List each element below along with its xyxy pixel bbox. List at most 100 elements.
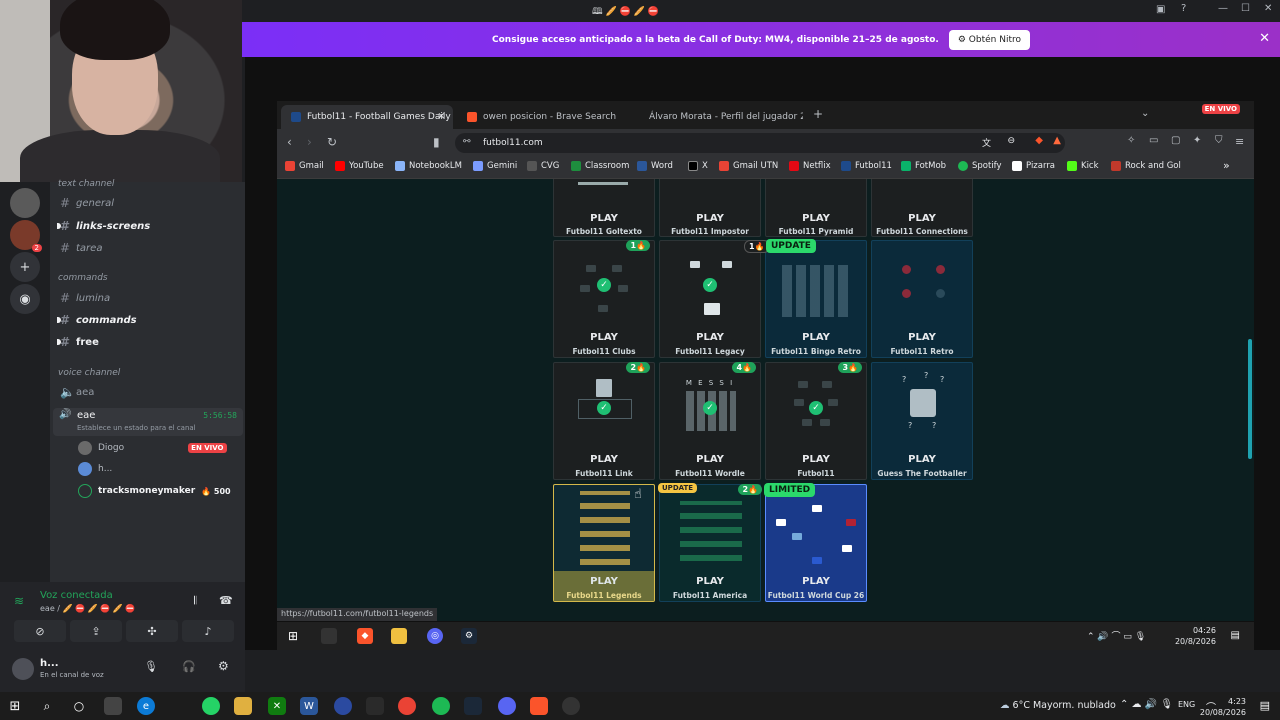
voice-user[interactable]: h... [78, 460, 112, 478]
game-card-legends[interactable]: PLAY Futbol11 Legends ☝ [553, 484, 655, 602]
tab-futbol11[interactable]: Futbol11 - Football Games Daily ✕ [281, 105, 453, 129]
game-card-goltexto[interactable]: PLAY Futbol11 Goltexto [553, 179, 655, 237]
inbox-icon[interactable]: ▣ [1156, 4, 1165, 15]
word-icon[interactable]: W [300, 697, 318, 715]
steam-icon[interactable]: ⚙ [461, 628, 477, 644]
app-icon[interactable] [104, 697, 122, 715]
chevron-down-icon[interactable]: ⌄ [1141, 108, 1149, 119]
category-text-channel[interactable]: text channel [58, 179, 114, 189]
camera-off-button[interactable]: ⊘ [14, 620, 66, 642]
channel-status[interactable]: Establece un estado para el canal [77, 424, 196, 432]
headphones-icon[interactable]: 🎧 [182, 660, 196, 673]
channel-lumina[interactable]: # lumina [60, 289, 110, 307]
bookmark-item[interactable]: Rock and Gol [1111, 161, 1181, 171]
voice-user[interactable]: Diogo EN VIVO [78, 439, 227, 457]
soundboard-icon[interactable]: 𝄃 [194, 594, 196, 608]
game-card-clubs[interactable]: 1🔥 ✓ PLAY Futbol11 Clubs [553, 240, 655, 358]
bookmark-item[interactable]: Pizarra [1012, 161, 1055, 171]
bookmark-item[interactable]: Netflix [789, 161, 831, 171]
voice-connected-label[interactable]: Voz conectada [40, 590, 113, 601]
channel-free[interactable]: # free [57, 333, 99, 351]
close-window-icon[interactable]: ✕ [1264, 3, 1272, 14]
app-icon[interactable] [321, 628, 337, 644]
system-tray-icons[interactable]: ⌃ ☁ 🔊 🎙 [1120, 699, 1173, 710]
server-icon[interactable] [10, 188, 40, 218]
screen-share-button[interactable]: ⇪ [70, 620, 122, 642]
file-explorer-icon[interactable] [391, 628, 407, 644]
windows-start-icon[interactable]: ⊞ [6, 697, 24, 715]
channel-links-screens[interactable]: # links-screens [57, 217, 150, 235]
bookmark-item[interactable]: Kick [1067, 161, 1099, 171]
tab-player-profile[interactable]: Álvaro Morata - Perfil del jugador 26 [633, 105, 803, 129]
bookmark-item[interactable]: Gemini [473, 161, 517, 171]
system-tray-icons[interactable]: ⌃ 🔊 ⌒ ▭ 🎙 [1087, 629, 1146, 642]
extensions-icon[interactable]: ✧ [1127, 135, 1135, 146]
chrome-icon[interactable] [398, 697, 416, 715]
brave-icon[interactable]: ◆ [357, 628, 373, 644]
spotify-icon[interactable] [432, 697, 450, 715]
bookmark-item[interactable]: YouTube [335, 161, 384, 171]
sidebar-icon[interactable]: ▭ [1149, 135, 1158, 146]
category-commands[interactable]: commands [58, 273, 108, 283]
bookmark-item[interactable]: Classroom [571, 161, 629, 171]
brave-shields-icon[interactable]: ◆ [1035, 135, 1043, 146]
game-card-guess-the-footballer[interactable]: ? ? ? ? ? PLAY Guess The Footballer [871, 362, 973, 480]
gear-icon[interactable]: ⚙ [218, 659, 229, 673]
whatsapp-icon[interactable] [202, 697, 220, 715]
brave-rewards-icon[interactable]: ▲ [1053, 135, 1061, 146]
site-info-icon[interactable]: ⚯ [463, 137, 471, 147]
game-card-link[interactable]: 2🔥 ✓ PLAY Futbol11 Link [553, 362, 655, 480]
game-card-wordle[interactable]: 4🔥 M E S S I ✓ PLAY Futbol11 Wordle [659, 362, 761, 480]
language-indicator[interactable]: ENG [1178, 700, 1195, 709]
stream-clock[interactable]: 04:26 20/8/2026 [1175, 625, 1216, 647]
server-icon[interactable]: 2 [10, 220, 42, 252]
file-explorer-icon[interactable] [234, 697, 252, 715]
notifications-icon[interactable]: ▤ [1260, 699, 1270, 712]
game-card-impostor[interactable]: PLAY Futbol11 Impostor [659, 179, 761, 237]
game-card-connections[interactable]: PLAY Futbol11 Connections [871, 179, 973, 237]
more-bookmarks-icon[interactable]: » [1223, 159, 1230, 172]
microphone-icon[interactable]: 🎙 [144, 660, 158, 673]
bookmark-item[interactable]: Word [637, 161, 673, 171]
channel-commands[interactable]: # commands [57, 311, 137, 329]
vpn-icon[interactable]: ⛉ [1215, 135, 1223, 146]
add-server-icon[interactable]: + [10, 252, 40, 282]
user-name[interactable]: h... [40, 658, 59, 669]
disconnect-icon[interactable]: ☎ [219, 594, 233, 607]
bookmark-item[interactable]: Spotify [958, 161, 1002, 171]
brave-icon[interactable] [530, 697, 548, 715]
activities-button[interactable]: ✣ [126, 620, 178, 642]
bookmark-item[interactable]: CVG [527, 161, 559, 171]
soundboard-button[interactable]: ♪ [182, 620, 234, 642]
bookmark-item[interactable]: X [688, 161, 708, 171]
game-card-world-cup-26[interactable]: LIMITED PLAY Futbol11 World Cup 26 [764, 483, 867, 602]
leo-icon[interactable]: ✦ [1193, 135, 1201, 146]
game-card-bingo-retro[interactable]: 1🔥 UPDATE PLAY Futbol11 Bingo Retro [744, 239, 867, 358]
maximize-icon[interactable]: ☐ [1241, 3, 1250, 14]
clock[interactable]: 4:23 20/08/2026 [1200, 696, 1246, 718]
weather-widget[interactable]: ☁ 6°C Mayorm. nublado [1000, 700, 1116, 711]
game-card-legacy[interactable]: ✓ PLAY Futbol11 Legacy [659, 240, 761, 358]
category-voice-channel[interactable]: voice channel [58, 368, 120, 378]
bookmark-item[interactable]: Gmail [285, 161, 324, 171]
windows-start-icon[interactable]: ⊞ [285, 628, 301, 644]
bookmark-icon[interactable]: ▮ [433, 135, 440, 149]
new-tab-button[interactable]: + [813, 107, 823, 121]
close-banner-icon[interactable]: ✕ [1259, 31, 1270, 46]
forward-icon[interactable]: › [307, 135, 312, 149]
avatar[interactable] [12, 658, 34, 680]
search-icon[interactable]: ⌕ [38, 697, 56, 715]
reload-icon[interactable]: ↻ [327, 135, 337, 149]
page-scrollbar[interactable] [1248, 339, 1252, 459]
discord-icon[interactable]: ◎ [427, 628, 443, 644]
obs-icon[interactable] [562, 697, 580, 715]
tab-brave-search[interactable]: owen posicion - Brave Search [457, 105, 627, 129]
notifications-icon[interactable]: ▤ [1231, 630, 1240, 641]
help-icon[interactable]: ? [1181, 3, 1186, 14]
game-card-futbol11[interactable]: 3🔥 ✓ PLAY Futbol11 [765, 362, 867, 480]
zoom-icon[interactable]: ⊖ [1007, 136, 1015, 146]
voice-channel-aea[interactable]: 🔈 aea [60, 383, 94, 401]
bookmark-item[interactable]: NotebookLM [395, 161, 462, 171]
url-input[interactable]: ⚯ futbol11.com 文 ⊖ ◆ ▲ [455, 133, 1065, 153]
game-card-retro[interactable]: PLAY Futbol11 Retro [871, 240, 973, 358]
